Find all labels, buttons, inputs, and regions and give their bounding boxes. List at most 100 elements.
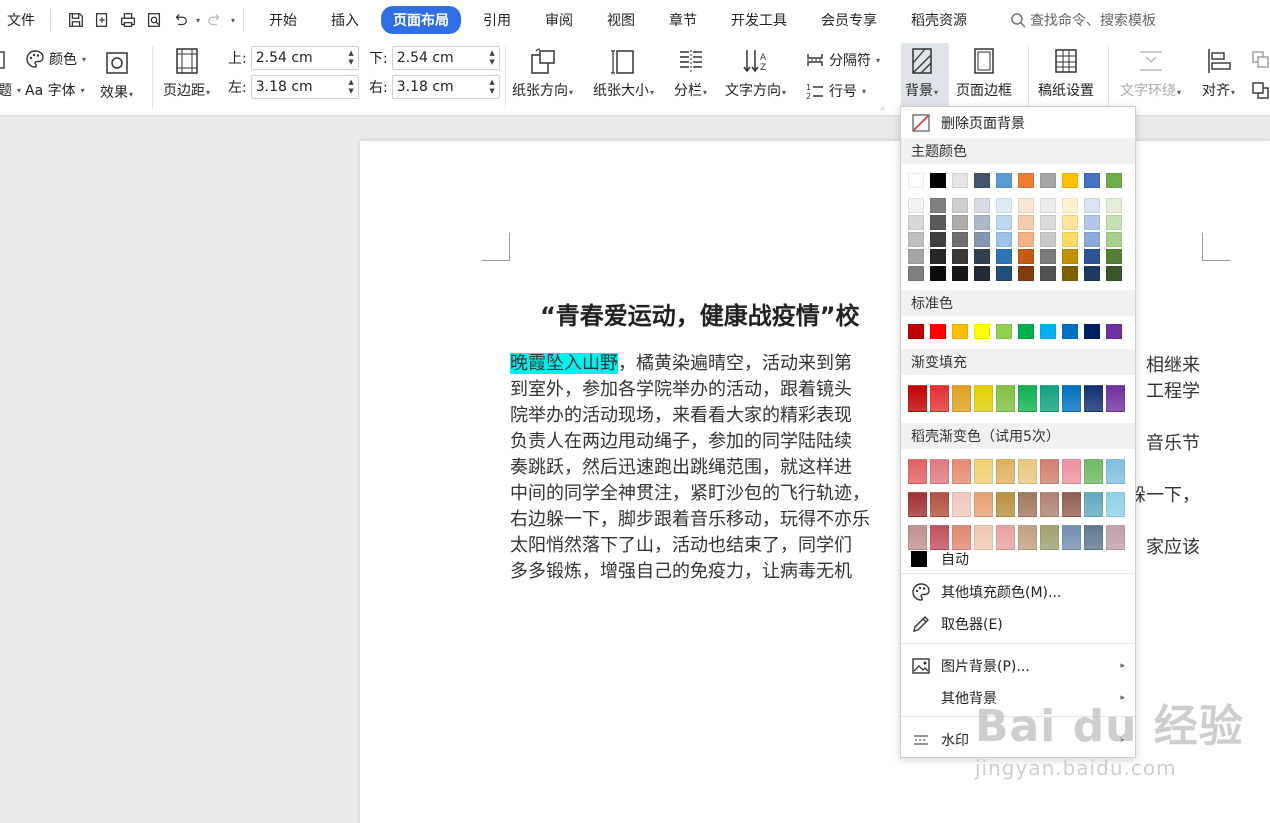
tab-sections[interactable]: 章节	[657, 6, 709, 34]
color-swatch[interactable]	[974, 459, 993, 484]
color-swatch[interactable]	[996, 198, 1012, 213]
color-swatch[interactable]	[1106, 215, 1122, 230]
remove-page-background-item[interactable]: 删除页面背景	[901, 109, 1135, 137]
color-swatch[interactable]	[1018, 198, 1034, 213]
color-swatch[interactable]	[1106, 249, 1122, 264]
document-title[interactable]: “青春爱运动，健康战疫情”校	[540, 296, 860, 331]
color-swatch[interactable]	[1084, 215, 1100, 230]
page-border-button[interactable]: 页面边框	[956, 46, 1012, 100]
margin-left-input[interactable]: 3.18 cm ▲ ▼	[250, 75, 359, 99]
spinner-arrows-icon[interactable]: ▲ ▼	[489, 49, 494, 67]
file-menu[interactable]: 文件	[0, 10, 42, 30]
color-swatch[interactable]	[1106, 198, 1122, 213]
tab-references[interactable]: 引用	[471, 6, 523, 34]
color-swatch[interactable]	[1018, 173, 1034, 188]
color-swatch[interactable]	[1018, 249, 1034, 264]
color-swatch[interactable]	[1018, 232, 1034, 247]
columns-button[interactable]: 分栏▾	[674, 46, 707, 100]
tab-view[interactable]: 视图	[595, 6, 647, 34]
color-swatch[interactable]	[1084, 232, 1100, 247]
color-swatch[interactable]	[1040, 324, 1056, 339]
color-swatch[interactable]	[1040, 266, 1056, 281]
color-swatch[interactable]	[952, 324, 968, 339]
color-swatch[interactable]	[996, 249, 1012, 264]
color-swatch[interactable]	[930, 249, 946, 264]
color-swatch[interactable]	[952, 215, 968, 230]
color-swatch[interactable]	[952, 385, 971, 412]
send-backward-icon[interactable]	[1251, 81, 1270, 101]
color-swatch[interactable]	[996, 459, 1015, 484]
eyedropper-item[interactable]: 取色器(E)	[901, 610, 1135, 638]
color-swatch[interactable]	[974, 385, 993, 412]
color-swatch[interactable]	[930, 385, 949, 412]
spinner-arrows-icon[interactable]: ▲ ▼	[348, 49, 353, 67]
color-swatch[interactable]	[996, 492, 1015, 517]
color-swatch[interactable]	[1084, 198, 1100, 213]
color-swatch[interactable]	[908, 459, 927, 484]
export-pdf-icon[interactable]	[91, 9, 113, 31]
undo-dropdown-icon[interactable]: ▾	[196, 16, 200, 25]
color-swatch[interactable]	[908, 385, 927, 412]
line-numbers-button[interactable]: 12 行号 ▾	[805, 81, 866, 101]
color-swatch[interactable]	[930, 459, 949, 484]
color-swatch[interactable]	[908, 324, 924, 339]
color-swatch[interactable]	[1106, 324, 1122, 339]
color-swatch[interactable]	[1062, 173, 1078, 188]
margin-top-input[interactable]: 2.54 cm ▲ ▼	[250, 46, 359, 70]
color-swatch[interactable]	[1040, 492, 1059, 517]
color-swatch[interactable]	[1062, 492, 1081, 517]
color-swatch[interactable]	[1106, 492, 1125, 517]
color-swatch[interactable]	[996, 232, 1012, 247]
color-swatch[interactable]	[1106, 385, 1125, 412]
background-button[interactable]: 背景▾	[905, 46, 938, 100]
effects-button[interactable]: 效果▾	[100, 48, 133, 102]
theme-button[interactable]: 题 ▾	[0, 80, 21, 100]
color-swatch[interactable]	[1106, 459, 1125, 484]
paper-size-button[interactable]: 纸张大小▾	[593, 46, 654, 100]
margins-button[interactable]: 页边距▾	[163, 46, 210, 100]
theme-icon[interactable]	[0, 50, 18, 70]
color-swatch[interactable]	[952, 173, 968, 188]
color-swatch[interactable]	[952, 198, 968, 213]
color-swatch[interactable]	[908, 198, 924, 213]
tab-developer[interactable]: 开发工具	[719, 6, 799, 34]
color-swatch[interactable]	[1062, 215, 1078, 230]
spinner-arrows-icon[interactable]: ▲ ▼	[489, 78, 494, 96]
color-swatch[interactable]	[1084, 385, 1103, 412]
color-swatch[interactable]	[1018, 266, 1034, 281]
color-swatch[interactable]	[908, 492, 927, 517]
color-swatch[interactable]	[1084, 459, 1103, 484]
picture-background-item[interactable]: 图片背景(P)... ▸	[901, 652, 1135, 680]
color-swatch[interactable]	[930, 215, 946, 230]
save-icon[interactable]	[65, 9, 87, 31]
color-swatch[interactable]	[1062, 385, 1081, 412]
color-swatch[interactable]	[974, 249, 990, 264]
color-swatch[interactable]	[908, 232, 924, 247]
color-swatch[interactable]	[1062, 459, 1081, 484]
color-swatch[interactable]	[1084, 249, 1100, 264]
color-swatch[interactable]	[974, 492, 993, 517]
color-swatch[interactable]	[1106, 232, 1122, 247]
color-swatch[interactable]	[996, 266, 1012, 281]
color-swatch[interactable]	[930, 266, 946, 281]
color-swatch[interactable]	[1040, 198, 1056, 213]
color-swatch[interactable]	[974, 266, 990, 281]
color-swatch[interactable]	[1040, 215, 1056, 230]
color-swatch[interactable]	[974, 198, 990, 213]
font-theme-button[interactable]: Aa 字体 ▾	[25, 80, 85, 100]
color-swatch[interactable]	[952, 266, 968, 281]
color-swatch[interactable]	[1040, 385, 1059, 412]
print-preview-icon[interactable]	[143, 9, 165, 31]
command-search[interactable]: 查找命令、搜索模板	[1010, 10, 1156, 30]
color-swatch[interactable]	[1062, 324, 1078, 339]
text-direction-button[interactable]: AZ 文字方向▾	[725, 46, 786, 100]
print-icon[interactable]	[117, 9, 139, 31]
color-swatch[interactable]	[1084, 324, 1100, 339]
color-swatch[interactable]	[908, 249, 924, 264]
color-swatch[interactable]	[996, 173, 1012, 188]
color-swatch[interactable]	[930, 324, 946, 339]
tab-page-layout[interactable]: 页面布局	[381, 6, 462, 34]
color-swatch[interactable]	[1018, 459, 1037, 484]
color-swatch[interactable]	[1018, 492, 1037, 517]
color-swatch[interactable]	[996, 385, 1015, 412]
